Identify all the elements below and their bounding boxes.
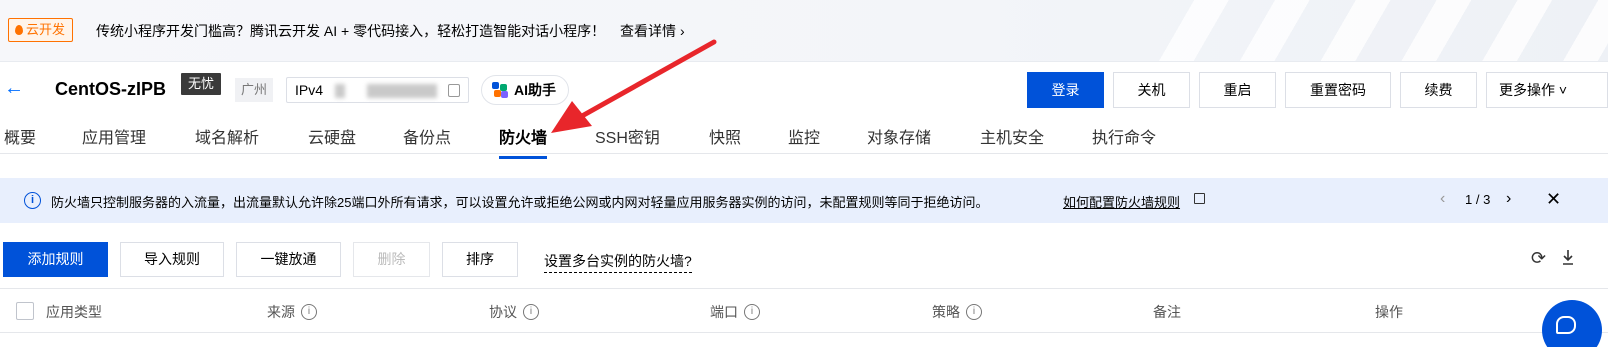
- instance-header: ← CentOS-zIPB 无忧 广州 IPv4 AI助手 登录 关机 重启 重…: [0, 70, 1608, 110]
- promo-text: 传统小程序开发门槛高？腾讯云开发 AI + 零代码接入，轻松打造智能对话小程序！: [96, 23, 606, 39]
- promo-tag-label: 云开发: [26, 22, 66, 37]
- renew-button[interactable]: 续费: [1400, 72, 1477, 108]
- column-label: 备注: [1153, 304, 1181, 320]
- info-text: 防火墙只控制服务器的入流量，出流量默认允许除25端口外所有请求，可以设置允许或拒…: [51, 195, 989, 210]
- column-label: 操作: [1375, 304, 1403, 320]
- chevron-down-icon: ˅: [1558, 82, 1568, 98]
- info-icon: i: [24, 192, 41, 209]
- tab-host-security[interactable]: 主机安全: [980, 124, 1044, 148]
- rules-toolbar: 添加规则 导入规则 一键放通 删除 排序 设置多台实例的防火墙? ⟳: [0, 242, 1608, 278]
- column-label: 应用类型: [46, 304, 102, 320]
- tab-monitoring[interactable]: 监控: [788, 124, 820, 148]
- tab-object-storage[interactable]: 对象存储: [867, 124, 931, 148]
- wuyou-badge: 无忧: [181, 73, 222, 95]
- info-circle-icon[interactable]: i: [966, 304, 982, 320]
- ip-redacted: [335, 84, 345, 98]
- ip-label: IPv4: [295, 82, 324, 98]
- promo-link-label: 查看详情: [620, 23, 676, 39]
- copy-icon[interactable]: [448, 84, 460, 97]
- tab-dns[interactable]: 域名解析: [195, 124, 259, 148]
- instance-name: CentOS-zIPB: [55, 79, 167, 99]
- column-actions: 操作: [1375, 302, 1403, 322]
- promo-details-link[interactable]: 查看详情 ›: [620, 21, 685, 41]
- info-circle-icon[interactable]: i: [744, 304, 760, 320]
- ai-button-label: AI助手: [514, 82, 556, 98]
- login-button[interactable]: 登录: [1027, 72, 1104, 108]
- region-badge: 广州: [235, 78, 274, 102]
- promo-decoration: [1148, 0, 1608, 61]
- chevron-right-icon: ›: [680, 23, 685, 39]
- info-circle-icon[interactable]: i: [301, 304, 317, 320]
- add-rule-button[interactable]: 添加规则: [3, 242, 108, 277]
- one-click-open-button[interactable]: 一键放通: [236, 242, 341, 277]
- column-port: 端口 i: [710, 302, 760, 322]
- column-note: 备注: [1153, 302, 1181, 322]
- external-link-icon: [1194, 193, 1205, 204]
- more-actions-label: 更多操作: [1499, 82, 1555, 98]
- ip-address-field: IPv4: [286, 77, 469, 103]
- multi-instance-firewall-link[interactable]: 设置多台实例的防火墙?: [544, 251, 692, 273]
- firewall-info-bar: i 防火墙只控制服务器的入流量，出流量默认允许除25端口外所有请求，可以设置允许…: [0, 178, 1608, 223]
- tab-ssh-keys[interactable]: SSH密钥: [595, 124, 660, 148]
- promo-banner: 云开发 传统小程序开发门槛高？腾讯云开发 AI + 零代码接入，轻松打造智能对话…: [0, 0, 1608, 62]
- chevron-left-icon[interactable]: ‹: [1440, 190, 1445, 208]
- refresh-icon[interactable]: ⟳: [1531, 249, 1549, 267]
- column-label: 协议: [489, 304, 517, 320]
- delete-button[interactable]: 删除: [353, 242, 430, 277]
- reset-password-button[interactable]: 重置密码: [1285, 72, 1391, 108]
- promo-tag: 云开发: [8, 18, 74, 42]
- tab-cloud-disk[interactable]: 云硬盘: [308, 124, 356, 148]
- column-source: 来源 i: [267, 302, 317, 322]
- tab-backup[interactable]: 备份点: [403, 124, 451, 148]
- more-actions-button[interactable]: 更多操作 ˅: [1486, 72, 1608, 108]
- tab-firewall[interactable]: 防火墙: [499, 124, 548, 159]
- column-label: 端口: [710, 304, 738, 320]
- download-icon[interactable]: [1561, 248, 1575, 266]
- column-policy: 策略 i: [932, 302, 982, 322]
- flame-icon: [15, 25, 23, 35]
- column-app-type: 应用类型: [46, 302, 102, 322]
- shutdown-button[interactable]: 关机: [1113, 72, 1190, 108]
- tab-overview[interactable]: 概要: [4, 124, 36, 148]
- info-pager: 1 / 3: [1465, 192, 1491, 207]
- rules-table-header: 应用类型 来源 i 协议 i 端口 i 策略 i 备注 操作: [0, 288, 1608, 333]
- restart-button[interactable]: 重启: [1199, 72, 1276, 108]
- ai-logo-icon: [492, 82, 508, 98]
- info-circle-icon[interactable]: i: [523, 304, 539, 320]
- ip-redacted: [367, 84, 437, 98]
- ai-assistant-button[interactable]: AI助手: [481, 75, 569, 105]
- tab-snapshot[interactable]: 快照: [709, 124, 741, 148]
- tab-run-command[interactable]: 执行命令: [1092, 124, 1156, 148]
- firewall-help-link[interactable]: 如何配置防火墙规则: [1063, 192, 1180, 211]
- tab-app-management[interactable]: 应用管理: [82, 124, 146, 148]
- column-label: 来源: [267, 304, 295, 320]
- import-rules-button[interactable]: 导入规则: [120, 242, 224, 277]
- column-label: 策略: [932, 304, 960, 320]
- chevron-right-icon[interactable]: ›: [1506, 190, 1511, 208]
- select-all-checkbox[interactable]: [16, 302, 34, 320]
- close-icon[interactable]: ✕: [1546, 189, 1561, 210]
- column-protocol: 协议 i: [489, 302, 539, 322]
- sort-button[interactable]: 排序: [442, 242, 518, 277]
- back-arrow-icon[interactable]: ←: [4, 78, 24, 98]
- tab-bar: 概要 应用管理 域名解析 云硬盘 备份点 防火墙 SSH密钥 快照 监控 对象存…: [0, 118, 1608, 159]
